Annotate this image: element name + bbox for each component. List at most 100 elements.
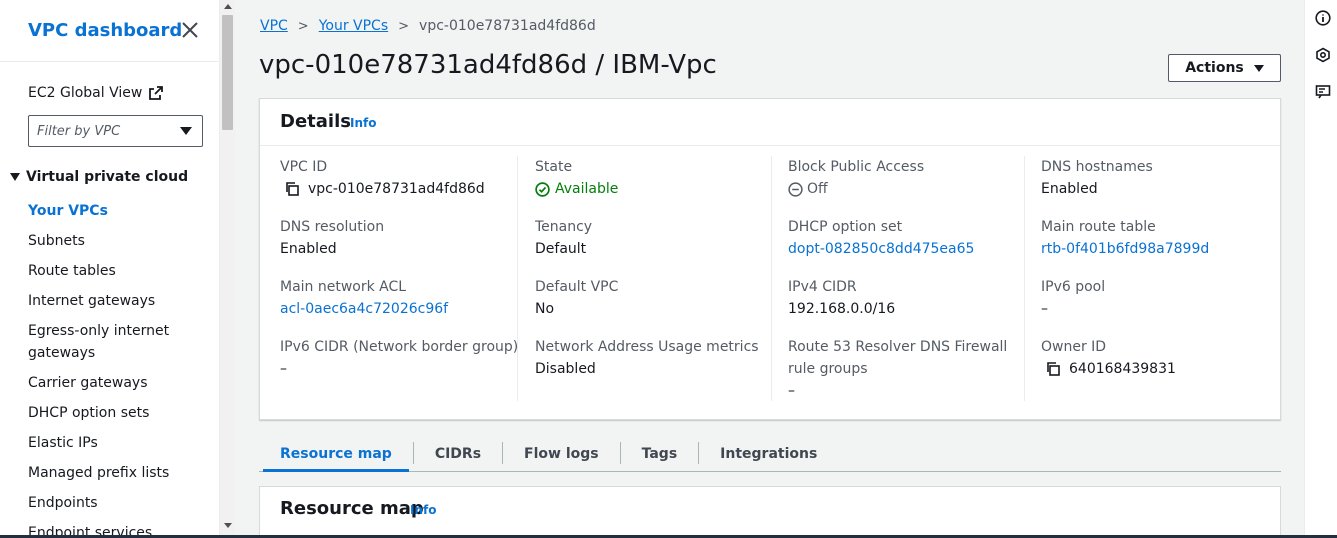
tab-flow-logs[interactable]: Flow logs xyxy=(503,436,620,471)
breadcrumb-vpc[interactable]: VPC xyxy=(260,18,288,34)
details-column-3: Block Public Access Off DHCP option set … xyxy=(771,156,1024,401)
field-ipv6-cidr: IPv6 CIDR (Network border group) – xyxy=(280,336,518,380)
sidebar-item-your-vpcs[interactable]: Your VPCs xyxy=(28,196,208,226)
vpc-filter-select[interactable] xyxy=(28,115,203,147)
actions-button[interactable]: Actions xyxy=(1168,54,1281,82)
scrollbar-thumb[interactable] xyxy=(222,15,233,130)
scroll-up-arrow-icon[interactable] xyxy=(224,4,232,9)
sidebar-nav-list: Your VPCs Subnets Route tables Internet … xyxy=(28,196,208,538)
owner-id-value: 640168439831 xyxy=(1069,361,1176,377)
field-label: rule groups xyxy=(788,361,868,377)
field-label: Block Public Access xyxy=(788,159,925,175)
feedback-icon[interactable] xyxy=(1315,84,1331,100)
caret-down-icon xyxy=(10,173,20,181)
cube-icon[interactable] xyxy=(1315,47,1331,63)
resource-map-panel: Resource map Info xyxy=(259,486,1281,538)
field-label: IPv6 pool xyxy=(1041,279,1106,295)
tab-integrations[interactable]: Integrations xyxy=(699,436,838,471)
field-label: Main network ACL xyxy=(280,279,407,295)
actions-label: Actions xyxy=(1185,60,1244,76)
field-label: DNS hostnames xyxy=(1041,159,1153,175)
field-default-vpc: Default VPC No xyxy=(535,276,618,320)
field-label: Network Address Usage metrics xyxy=(535,339,759,355)
field-value: No xyxy=(535,301,555,317)
breadcrumb-current: vpc-010e78731ad4fd86d xyxy=(419,18,596,34)
caret-down-icon xyxy=(180,127,192,135)
field-route53-resolver: Route 53 Resolver DNS Firewall rule grou… xyxy=(788,336,1007,402)
vpc-filter-input[interactable] xyxy=(29,116,169,146)
breadcrumb: VPC > Your VPCs > vpc-010e78731ad4fd86d xyxy=(260,18,596,34)
detail-tabs: Resource map CIDRs Flow logs Tags Integr… xyxy=(259,436,1281,472)
caret-down-icon xyxy=(1253,64,1264,72)
sidebar-title[interactable]: VPC dashboard xyxy=(28,20,182,41)
sidebar-item-subnets[interactable]: Subnets xyxy=(28,226,208,256)
field-value: vpc-010e78731ad4fd86d xyxy=(280,178,485,200)
chevron-right-icon: > xyxy=(398,18,410,34)
field-network-address-usage: Network Address Usage metrics Disabled xyxy=(535,336,759,380)
main-network-acl-link[interactable]: acl-0aec6a4c72026c96f xyxy=(280,298,448,320)
field-value: – xyxy=(280,361,287,377)
resource-map-info-link[interactable]: Info xyxy=(410,503,436,517)
section-label: Virtual private cloud xyxy=(26,169,189,185)
status-success-icon xyxy=(535,181,550,197)
details-grid: VPC ID vpc-010e78731ad4fd86d DNS resolut… xyxy=(260,146,1280,406)
sidebar-item-dhcp-option-sets[interactable]: DHCP option sets xyxy=(28,398,208,428)
sidebar-item-managed-prefix-lists[interactable]: Managed prefix lists xyxy=(28,458,208,488)
tab-cidrs[interactable]: CIDRs xyxy=(414,436,502,471)
sidebar-item-carrier-gateways[interactable]: Carrier gateways xyxy=(28,368,208,398)
sidebar-item-internet-gateways[interactable]: Internet gateways xyxy=(28,286,208,316)
field-value: Enabled xyxy=(1041,181,1098,197)
section-virtual-private-cloud[interactable]: Virtual private cloud xyxy=(10,169,188,185)
field-owner-id: Owner ID 640168439831 xyxy=(1041,336,1176,380)
copy-icon[interactable] xyxy=(284,181,300,197)
field-main-route-table: Main route table rtb-0f401b6fd98a7899d xyxy=(1041,216,1209,260)
field-label: State xyxy=(535,159,573,175)
field-ipv6-pool: IPv6 pool – xyxy=(1041,276,1105,320)
field-value: Disabled xyxy=(535,361,596,377)
block-public-access-value: Off xyxy=(807,181,828,197)
field-dns-resolution: DNS resolution Enabled xyxy=(280,216,384,260)
ec2-global-view-link[interactable]: EC2 Global View xyxy=(28,85,164,101)
sidebar-item-route-tables[interactable]: Route tables xyxy=(28,256,208,286)
resource-map-title: Resource map xyxy=(280,498,424,519)
field-label: Route 53 Resolver DNS Firewall xyxy=(788,339,1008,355)
details-panel: Details Info VPC ID vpc-010e78731ad4fd86… xyxy=(259,98,1281,420)
tab-tags[interactable]: Tags xyxy=(621,436,699,471)
tab-resource-map[interactable]: Resource map xyxy=(259,436,413,472)
field-vpc-id: VPC ID vpc-010e78731ad4fd86d xyxy=(280,156,485,200)
dhcp-option-set-link[interactable]: dopt-082850c8dd475ea65 xyxy=(788,238,974,260)
tools-rail xyxy=(1304,0,1337,538)
field-label: VPC ID xyxy=(280,159,328,175)
field-dns-hostnames: DNS hostnames Enabled xyxy=(1041,156,1153,200)
field-label: DHCP option set xyxy=(788,219,903,235)
vpc-id-value: vpc-010e78731ad4fd86d xyxy=(308,181,485,197)
field-value: Enabled xyxy=(280,241,337,257)
main-route-table-link[interactable]: rtb-0f401b6fd98a7899d xyxy=(1041,238,1209,260)
field-value: Available xyxy=(535,178,618,200)
field-dhcp-option-set: DHCP option set dopt-082850c8dd475ea65 xyxy=(788,216,974,260)
field-label: DNS resolution xyxy=(280,219,385,235)
field-value: Default xyxy=(535,241,587,257)
field-value: – xyxy=(1041,301,1048,317)
field-value: – xyxy=(788,383,795,399)
side-navigation: VPC dashboard EC2 Global View Virtual pr… xyxy=(0,0,220,538)
details-info-link[interactable]: Info xyxy=(350,116,376,130)
field-state: State Available xyxy=(535,156,618,200)
ec2-global-view-label: EC2 Global View xyxy=(28,85,143,101)
page-title: vpc-010e78731ad4fd86d / IBM-Vpc xyxy=(259,50,717,80)
field-tenancy: Tenancy Default xyxy=(535,216,592,260)
field-value: 640168439831 xyxy=(1041,358,1176,380)
field-label: IPv6 CIDR (Network border group) xyxy=(280,339,519,355)
sidebar-header: VPC dashboard xyxy=(0,0,219,62)
scroll-down-arrow-icon[interactable] xyxy=(224,523,232,528)
close-icon[interactable] xyxy=(180,20,200,40)
sidebar-item-egress-only-internet-gateways[interactable]: Egress-only internet gateways xyxy=(28,316,208,368)
field-ipv4-cidr: IPv4 CIDR 192.168.0.0/16 xyxy=(788,276,895,320)
sidebar-item-elastic-ips[interactable]: Elastic IPs xyxy=(28,428,208,458)
sidebar-item-endpoints[interactable]: Endpoints xyxy=(28,488,208,518)
field-main-network-acl: Main network ACL acl-0aec6a4c72026c96f xyxy=(280,276,448,320)
copy-icon[interactable] xyxy=(1045,361,1061,377)
details-column-1: VPC ID vpc-010e78731ad4fd86d DNS resolut… xyxy=(280,156,518,401)
info-icon[interactable] xyxy=(1315,10,1331,26)
breadcrumb-your-vpcs[interactable]: Your VPCs xyxy=(319,18,388,34)
